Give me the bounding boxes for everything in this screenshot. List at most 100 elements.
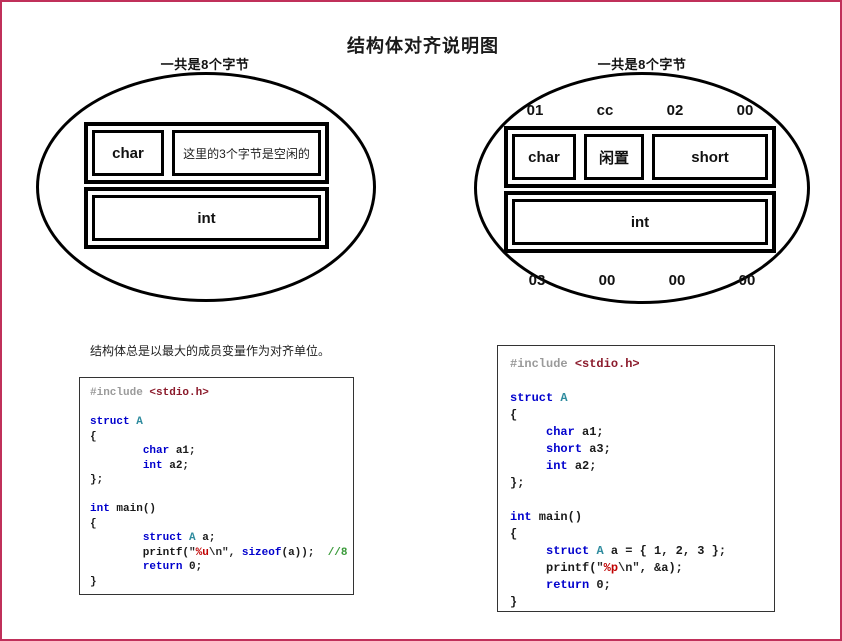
right-code-token: a3; [582,442,611,456]
left-code-line-5: int a2; [90,459,343,474]
right-cell-char-label: char [528,148,560,166]
right-hex-top-3: 00 [736,102,754,119]
left-code-token: { [90,430,97,443]
right-code-token: A [560,391,568,405]
left-code-line-11: printf("%u\n", sizeof(a)); //8 [90,546,348,561]
left-code-token: 0; [182,561,203,573]
right-cell-short: short [652,134,768,180]
left-cell-char-label: char [112,144,144,162]
left-code-token: struct [90,416,137,428]
left-code-token: #include [90,387,150,399]
right-code-line-8 [510,492,762,509]
right-code-token: #include [510,357,575,371]
right-struct-diagram: 一共是8个字节 01 cc 02 00 char 闲置 short int 03… [472,54,812,304]
right-hex-bottom-row: 03 00 00 00 [502,272,782,289]
right-code-token: int [510,510,532,524]
left-code-line-13: } [90,575,343,590]
right-hex-top-0: 01 [526,102,544,119]
right-code-line-0: #include <stdio.h> [510,356,762,373]
right-cell-idle-label: 闲置 [598,149,629,167]
right-code-token [510,544,546,558]
right-code-line-14: } [510,594,762,611]
left-code-token: int [90,503,110,515]
right-code-token: , &a); [639,561,683,575]
right-code-token: <stdio.h> [574,357,640,371]
right-code-token: printf( [510,561,597,575]
left-code-token: " [189,546,196,559]
right-code-token: struct [546,544,597,558]
left-struct-diagram: 一共是8个字节 char 这里的3个字节是空闲的 int [30,54,380,304]
left-code-token: sizeof [241,546,282,559]
left-code-token: (a)); [281,546,328,559]
right-code-line-2: struct A [510,390,762,407]
left-code-token [90,532,143,544]
right-code-token: a = { 1, 2, 3 }; [603,544,727,558]
right-code-token: a2; [567,459,597,473]
right-code-token: " [596,561,604,575]
left-code-token: struct [142,532,190,544]
left-code-token: } [90,575,97,588]
right-code-token [510,578,546,592]
right-code-line-7: }; [510,475,762,492]
right-code-token [510,459,546,473]
left-code-line-10: struct A a; [90,531,343,546]
right-code-token: }; [510,476,525,490]
right-code-token: { [510,527,518,541]
left-code-token: char [142,445,170,457]
left-code-token: int [142,459,163,472]
right-code-line-10: { [510,526,762,543]
left-code-block: #include <stdio.h> struct A { char a1; in… [79,377,354,595]
left-cell-int: int [92,195,321,241]
left-memory-row-top: char 这里的3个字节是空闲的 [84,122,329,184]
left-code-line-1 [90,401,343,416]
left-code-token [90,460,143,472]
right-code-line-1 [510,373,762,390]
left-code-token: , [228,546,242,559]
right-code-line-11: struct A a = { 1, 2, 3 }; [510,543,762,560]
left-cell-padding: 这里的3个字节是空闲的 [172,130,321,176]
right-code-block: #include <stdio.h> struct A{ char a1; sh… [497,345,775,612]
right-code-token: %p [603,561,619,575]
left-code-token: <stdio.h> [149,387,209,399]
left-code-token: a; [195,532,216,544]
left-memory-layout: char 这里的3个字节是空闲的 int [84,122,329,249]
right-code-token [510,425,546,439]
right-code-token: { [510,408,518,422]
right-code-token: a1; [574,425,604,439]
right-cell-short-label: short [691,148,729,166]
right-memory-row-bottom: int [504,191,776,253]
left-code-line-4: char a1; [90,444,343,459]
left-cell-padding-label: 这里的3个字节是空闲的 [183,146,310,161]
left-code-token: //8 [327,546,348,559]
right-cell-idle: 闲置 [584,134,644,180]
right-code-token: 0; [589,578,611,592]
right-hex-top-2: 02 [666,102,684,119]
left-code-token: main() [109,503,157,515]
right-code-line-6: int a2; [510,458,762,475]
right-code-token: } [510,595,518,609]
right-code-line-5: short a3; [510,441,762,458]
left-cell-int-label: int [197,209,216,227]
right-code-line-3: { [510,407,762,424]
right-code-token [510,442,546,456]
right-code-token: return [546,578,590,592]
left-code-line-9: { [90,517,343,532]
left-code-token: return [142,561,183,573]
left-code-line-7 [90,488,343,503]
right-hex-bottom-3: 00 [738,272,756,289]
left-cell-char: char [92,130,164,176]
left-code-token [90,445,143,457]
right-memory-row-top: char 闲置 short [504,126,776,188]
right-code-line-12: printf("%p\n", &a); [510,560,762,577]
left-code-token: { [90,517,97,530]
right-code-token: struct [510,391,561,405]
right-code-line-9: int main() [510,509,762,526]
left-code-token: A [189,532,196,544]
left-memory-row-bottom: int [84,187,329,249]
right-code-token: \n" [618,561,640,575]
left-code-token: A [136,416,143,428]
right-code-token: A [596,544,604,558]
page-root: 结构体对齐说明图 一共是8个字节 char 这里的3个字节是空闲的 int 一共… [0,0,842,641]
left-code-token: %u [195,546,209,559]
left-code-line-8: int main() [90,502,343,517]
